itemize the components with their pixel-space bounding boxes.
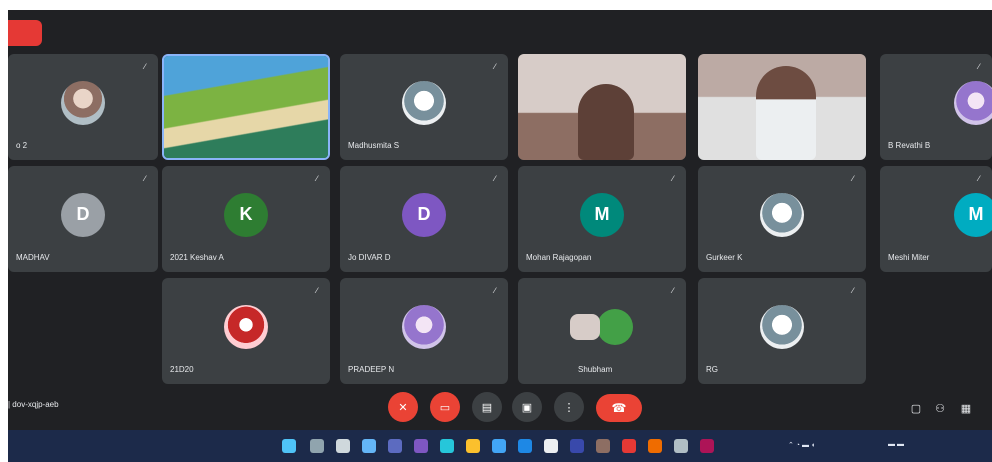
mic-muted-icon: ∕	[672, 286, 674, 295]
mic-muted-icon: ∕	[852, 174, 854, 183]
word-icon[interactable]	[570, 439, 584, 453]
participant-tile[interactable]: ∕ B Revathi B	[880, 54, 992, 160]
end-call-icon[interactable]: ☎	[596, 394, 642, 422]
participant-name: MADHAV	[16, 253, 50, 262]
participant-name: Madhusmita S	[348, 141, 400, 150]
meeting-code: | dov-xqjp-aeb	[8, 400, 59, 409]
mic-off-icon[interactable]: ✕	[388, 392, 418, 422]
participant-avatar: K	[224, 192, 268, 237]
participant-tile[interactable]: K ∕ 2021 Keshav A	[162, 166, 330, 272]
meeting-controls: | dov-xqjp-aeb ✕ ▭ ▤ ▣ ⋮ ☎ ▢ ⚇ ▦	[8, 388, 992, 428]
mic-muted-icon: ∕	[494, 62, 496, 71]
participant-tile[interactable]: M ∕ Mohan Rajagopan	[518, 166, 686, 272]
mic-muted-icon: ∕	[978, 62, 980, 71]
mic-muted-icon: ∕	[978, 174, 980, 183]
participant-avatar	[597, 308, 634, 345]
recording-badge[interactable]	[8, 20, 42, 46]
participant-name: RG	[706, 365, 718, 374]
taskbar: ⌃ ◔ ▬ ◖ ▬ ▬	[8, 430, 992, 462]
participant-tile[interactable]: D ∕ Jo DIVAR D	[340, 166, 508, 272]
mic-muted-icon: ∕	[852, 286, 854, 295]
participant-name: 21D20	[170, 365, 194, 374]
task-view-icon[interactable]	[336, 439, 350, 453]
participant-avatar: D	[402, 192, 446, 237]
mic-muted-icon: ∕	[672, 174, 674, 183]
participant-name: 2021 Keshav A	[170, 253, 224, 262]
camera-off-icon[interactable]: ▭	[430, 392, 460, 422]
participant-tile[interactable]: ∕ 21D20	[162, 278, 330, 384]
participant-avatar	[224, 304, 268, 349]
participant-tile[interactable]: ∕ Gurkeer K	[698, 166, 866, 272]
system-tray-icons[interactable]: ⌃ ◔ ▬ ◖	[788, 441, 815, 449]
app-icon[interactable]	[596, 439, 610, 453]
participant-video	[698, 54, 866, 160]
search-icon[interactable]	[310, 439, 324, 453]
mic-muted-icon: ∕	[316, 286, 318, 295]
app-icon[interactable]	[700, 439, 714, 453]
participant-avatar: M	[954, 192, 992, 237]
participant-avatar	[402, 80, 446, 125]
participant-tile[interactable]: ∕ PRADEEP N	[340, 278, 508, 384]
participant-name: o 2	[16, 141, 28, 150]
participant-name: Meshi Miter	[888, 253, 930, 262]
more-icon[interactable]: ⋮	[554, 392, 584, 422]
widgets-icon[interactable]	[362, 439, 376, 453]
participant-avatar	[954, 80, 992, 125]
people-icon[interactable]: ⚇	[932, 400, 948, 416]
participant-tile[interactable]: ∕ o 2	[8, 54, 158, 160]
thumbs-up-icon	[570, 313, 601, 340]
store-icon[interactable]	[492, 439, 506, 453]
participant-video	[518, 54, 686, 160]
mail-icon[interactable]	[518, 439, 532, 453]
participant-tile[interactable]	[698, 54, 866, 160]
chat-app-icon[interactable]	[388, 439, 402, 453]
participant-tile[interactable]: D ∕ MADHAV	[8, 166, 158, 272]
photos-icon[interactable]	[544, 439, 558, 453]
participant-avatar	[760, 304, 804, 349]
participant-name: B Revathi B	[888, 141, 931, 150]
participant-tile[interactable]: M ∕ Meshi Miter	[880, 166, 992, 272]
teams-icon[interactable]	[414, 439, 428, 453]
participant-name: Mohan Rajagopan	[526, 253, 592, 262]
chrome-icon[interactable]	[622, 439, 636, 453]
participant-avatar	[760, 192, 804, 237]
app-icon[interactable]	[648, 439, 662, 453]
participant-name: Gurkeer K	[706, 253, 743, 262]
participant-tile[interactable]	[162, 54, 330, 160]
participant-tile[interactable]: ∕ Shubham	[518, 278, 686, 384]
start-icon[interactable]	[282, 439, 296, 453]
mic-muted-icon: ∕	[144, 174, 146, 183]
mic-muted-icon: ∕	[316, 174, 318, 183]
participant-name: Jo DIVAR D	[348, 253, 391, 262]
mic-muted-icon: ∕	[144, 62, 146, 71]
participant-avatar	[61, 80, 105, 125]
clock[interactable]: ▬ ▬	[888, 441, 904, 448]
captions-icon[interactable]: ▤	[472, 392, 502, 422]
participant-name: PRADEEP N	[348, 365, 395, 374]
participant-tile[interactable]	[518, 54, 686, 160]
mic-muted-icon: ∕	[494, 174, 496, 183]
participant-avatar	[402, 304, 446, 349]
edge-icon[interactable]	[440, 439, 454, 453]
app-icon[interactable]	[674, 439, 688, 453]
activities-icon[interactable]: ▦	[958, 400, 974, 416]
participant-avatar: M	[580, 192, 624, 237]
chat-icon[interactable]: ▢	[908, 400, 924, 416]
meet-window: ∕ o 2 ∕ Madhusmita S ∕ B Revathi B D ∕ M…	[8, 10, 992, 462]
participant-name: Shubham	[578, 365, 613, 374]
participant-tile[interactable]: ∕ RG	[698, 278, 866, 384]
participant-avatar: D	[61, 192, 105, 237]
present-icon[interactable]: ▣	[512, 392, 542, 422]
file-explorer-icon[interactable]	[466, 439, 480, 453]
mic-muted-icon: ∕	[494, 286, 496, 295]
participant-tile[interactable]: ∕ Madhusmita S	[340, 54, 508, 160]
participant-video	[164, 56, 328, 158]
